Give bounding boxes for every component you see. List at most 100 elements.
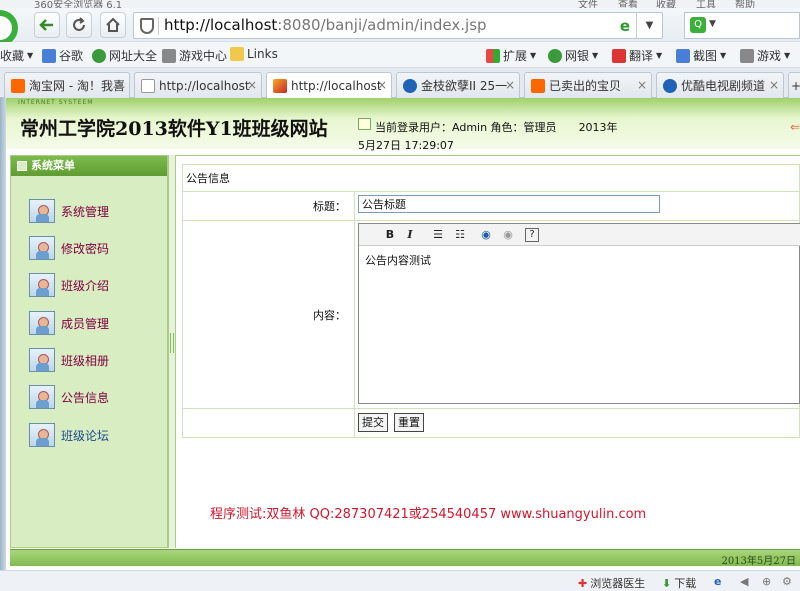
bookmark-links[interactable]: Links (230, 47, 278, 61)
submit-button[interactable]: 提交 (358, 413, 388, 432)
reset-button[interactable]: 重置 (394, 413, 424, 432)
gamepad-icon (740, 48, 754, 63)
rich-text-editor[interactable]: B I ☰ ☷ ◉ ◉ ? 公告内容测试 (358, 223, 800, 404)
browser-doctor-icon: ✚ (578, 576, 588, 590)
home-icon (106, 17, 120, 32)
help-icon[interactable]: ? (525, 228, 539, 242)
extensions-icon (486, 48, 500, 63)
menu-item-announcements[interactable]: 公告信息 (29, 384, 159, 410)
settings-icon[interactable]: ⚙ (782, 575, 792, 588)
youku-icon (663, 78, 677, 93)
menu-favorites[interactable]: 收藏 (656, 0, 676, 8)
tab-video[interactable]: 金枝欲孽II 25一 × (396, 72, 520, 98)
login-datetime: 5月27日 17:29:07 (358, 139, 454, 152)
splitter-grip-icon[interactable] (170, 333, 174, 353)
address-bar[interactable]: http://localhost:8080/banji/admin/index.… (133, 12, 663, 39)
menu-header-icon (17, 161, 27, 171)
section-title: 公告信息 (182, 164, 800, 192)
address-dropdown-button[interactable]: ▼ (636, 13, 662, 38)
search-engine-icon[interactable]: Q (690, 17, 706, 33)
close-tab-icon[interactable]: × (769, 78, 779, 92)
page-icon (141, 78, 155, 93)
user-avatar-icon (29, 423, 55, 447)
extensions-button[interactable]: 扩展 ▼ (486, 47, 536, 64)
logout-arrow-icon[interactable]: ⇐ (790, 120, 800, 134)
back-button[interactable] (34, 12, 60, 38)
close-tab-icon[interactable]: × (637, 78, 647, 92)
tab-youku[interactable]: 优酷电视剧频道 × (656, 72, 784, 98)
tab-sold-items[interactable]: 已卖出的宝贝 × (524, 72, 652, 98)
user-info-icon (358, 118, 371, 130)
tab-taobao[interactable]: 淘宝网 - 淘！我喜 × (4, 72, 130, 98)
menu-item-forum[interactable]: 班级论坛 (29, 422, 159, 448)
close-tab-icon[interactable]: × (377, 78, 387, 92)
banner-tagline: INTERNET SYSTEEM (18, 99, 94, 106)
menu-view[interactable]: 查看 (618, 0, 638, 8)
navigation-bar: http://localhost:8080/banji/admin/index.… (0, 8, 800, 42)
numbered-list-icon[interactable]: ☰ (429, 227, 447, 243)
menu-item-album[interactable]: 班级相册 (29, 347, 159, 373)
search-box[interactable]: Q ▼ (684, 12, 800, 39)
tab-localhost-1[interactable]: http://localhost × (134, 72, 262, 98)
folder-icon (230, 47, 244, 61)
menu-file[interactable]: 文件 (578, 0, 598, 8)
screenshot-button[interactable]: 截图 ▼ (676, 47, 726, 64)
bookmark-favorites[interactable]: 收藏 ▼ (0, 47, 33, 64)
insert-link-icon[interactable]: ◉ (477, 227, 495, 243)
site-title: 常州工学院2013软件Y1班班级网站 (20, 118, 328, 140)
editor-content[interactable]: 公告内容测试 (365, 252, 431, 268)
video-icon (403, 78, 417, 93)
refresh-button[interactable] (66, 12, 92, 38)
home-button[interactable] (100, 12, 126, 38)
close-tab-icon[interactable]: × (247, 78, 257, 92)
ie-mode-icon[interactable]: e (620, 17, 630, 35)
menu-help[interactable]: 帮助 (735, 0, 755, 8)
games-button[interactable]: 游戏 ▼ (740, 47, 790, 64)
sidebar-splitter[interactable] (168, 155, 176, 548)
search-engine-dropdown-icon[interactable]: ▼ (709, 19, 716, 29)
online-banking-button[interactable]: 网银 ▼ (548, 47, 598, 64)
download-button[interactable]: ⬇ 下载 (662, 575, 696, 591)
title-input[interactable] (358, 195, 660, 213)
remove-link-icon[interactable]: ◉ (499, 227, 517, 243)
user-avatar-icon (29, 273, 55, 297)
menu-item-members[interactable]: 成员管理 (29, 310, 159, 336)
download-arrow-icon: ⬇ (662, 576, 672, 590)
bookmark-game-center[interactable]: 游戏中心 (162, 47, 227, 64)
bold-icon[interactable]: B (381, 227, 399, 243)
java-icon (273, 79, 287, 93)
plus-icon: + (791, 79, 800, 93)
side-panel-edge (0, 98, 6, 591)
ie-mode-status-icon[interactable]: e (714, 575, 721, 588)
new-tab-button[interactable]: + (788, 72, 800, 98)
site-banner: INTERNET SYSTEEM 常州工学院2013软件Y1班班级网站 当前登录… (6, 98, 800, 152)
credit-text: 程序测试:双鱼林 QQ:287307421或254540457 www.shua… (210, 507, 647, 522)
editor-toolbar: B I ☰ ☷ ◉ ◉ ? (359, 224, 800, 246)
status-bar: ✚ 浏览器医生 ⬇ 下载 e ◀ ⊕ ⚙ (0, 570, 800, 591)
translate-button[interactable]: 翻译 ▼ (612, 47, 662, 64)
menu-tools[interactable]: 工具 (696, 0, 716, 8)
taobao-icon (11, 78, 25, 93)
menu-item-system-admin[interactable]: 系统管理 (29, 198, 159, 224)
browser-doctor-button[interactable]: ✚ 浏览器医生 (578, 575, 645, 591)
bookmark-google[interactable]: 谷歌 (42, 47, 83, 64)
tab-localhost-active[interactable]: http://localhost × (266, 72, 392, 99)
close-tab-icon[interactable]: × (115, 78, 125, 92)
user-avatar-icon (29, 311, 55, 335)
content-label: 内容： (182, 220, 355, 409)
sound-icon[interactable]: ◀ (740, 575, 748, 588)
taobao-icon (531, 78, 545, 93)
menu-item-class-intro[interactable]: 班级介绍 (29, 272, 159, 298)
title-label: 标题： (182, 191, 355, 221)
bullet-list-icon[interactable]: ☷ (451, 227, 469, 243)
zoom-icon[interactable]: ⊕ (762, 575, 771, 588)
translate-icon (612, 48, 626, 63)
italic-icon[interactable]: I (401, 227, 419, 243)
menu-item-change-password[interactable]: 修改密码 (29, 235, 159, 261)
user-info: 当前登录用户：Admin 角色：管理员 2013年 (375, 121, 618, 134)
address-url[interactable]: http://localhost:8080/banji/admin/index.… (164, 16, 487, 34)
bookmark-site-directory[interactable]: 网址大全 (92, 47, 157, 64)
close-tab-icon[interactable]: × (505, 78, 515, 92)
security-shield-icon (140, 18, 154, 34)
user-avatar-icon (29, 385, 55, 409)
